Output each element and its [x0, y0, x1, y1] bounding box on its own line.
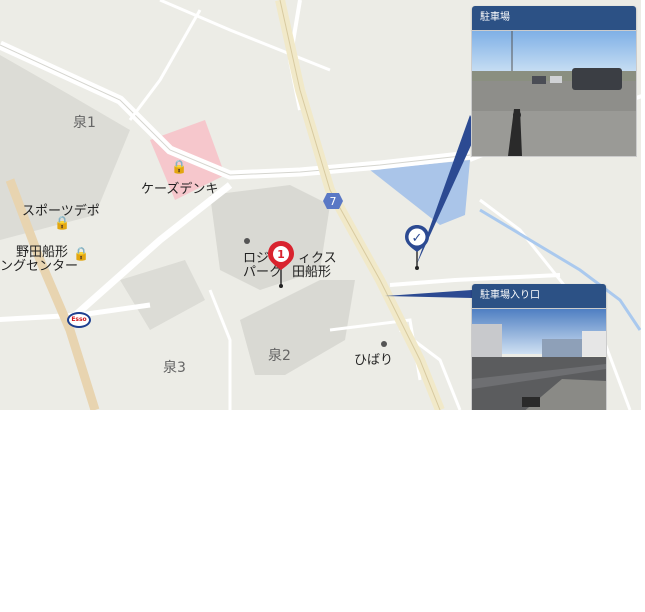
map-view[interactable]: 泉1 泉2 泉3 🔒 ケーズデンキ スポーツデポ 🔒 野田船形 🔒 ングセンター… — [0, 0, 645, 410]
place-noda-center-line2[interactable]: ングセンター — [0, 255, 78, 274]
poi-dot — [381, 341, 387, 347]
parking-check-marker-icon[interactable]: ✓ — [403, 224, 431, 272]
shop-icon: 🔒 — [54, 216, 71, 231]
popup-parking-title: 駐車場 — [480, 12, 510, 23]
checkmark: ✓ — [412, 231, 423, 246]
route-7-shield-icon: 7 — [323, 193, 343, 209]
esso-logo-icon: Esso — [67, 312, 91, 328]
shop-icon: 🔒 — [171, 160, 188, 175]
parking-photo[interactable] — [471, 30, 637, 157]
poi-dot — [244, 238, 250, 244]
location-marker-icon[interactable]: 1 — [266, 240, 296, 290]
area-label-izumi3: 泉3 — [163, 360, 186, 376]
popup-parking-entrance-header: 駐車場入り口 — [472, 284, 606, 308]
route-number: 7 — [330, 195, 337, 208]
popup-parking-header: 駐車場 — [472, 6, 636, 30]
popup-parking-entrance-title: 駐車場入り口 — [480, 290, 540, 301]
area-label-izumi1: 泉1 — [73, 115, 96, 131]
place-hibari[interactable]: ひばり — [354, 349, 393, 368]
marker-number: 1 — [277, 248, 285, 261]
area-label-izumi2: 泉2 — [268, 348, 291, 364]
parking-entrance-photo[interactable] — [471, 308, 607, 410]
place-logistics-line2b[interactable]: 田船形 — [292, 261, 331, 280]
place-ks-denki[interactable]: ケーズデンキ — [141, 178, 218, 197]
